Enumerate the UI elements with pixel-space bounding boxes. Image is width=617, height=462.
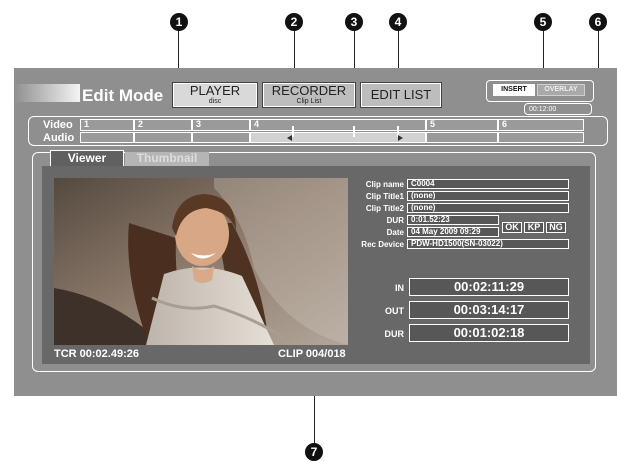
segment-number-3: 3 [196, 119, 202, 129]
callout-6: 6 [589, 13, 607, 31]
callout-2: 2 [285, 13, 303, 31]
tab-viewer[interactable]: Viewer [50, 150, 124, 166]
clip-dur-value: 0:01.52:23 [407, 215, 499, 225]
current-position-marker[interactable] [353, 126, 355, 137]
segment-number-2: 2 [138, 119, 144, 129]
clip-dur-label: DUR [386, 216, 404, 225]
player-button-label: PLAYER [189, 83, 241, 98]
clip-title1-value: (none) [407, 191, 569, 201]
video-viewer [54, 178, 348, 345]
callout-4: 4 [389, 13, 407, 31]
video-track-label: Video [43, 119, 73, 131]
callout-7: 7 [305, 443, 323, 461]
out-timecode[interactable]: 00:03:14:17 [409, 301, 569, 319]
dur-timecode: 00:01:02:18 [409, 324, 569, 342]
player-button-sub: disc [208, 98, 222, 105]
out-point-arrow-icon [398, 135, 403, 141]
tab-thumbnail[interactable]: Thumbnail [125, 152, 209, 166]
callout-1: 1 [170, 13, 188, 31]
out-label: OUT [385, 306, 404, 316]
rec-device-value: PDW-HD1500(SN-03022) [407, 239, 569, 249]
audio-segment-5 [426, 132, 498, 143]
in-point-arrow-icon [287, 135, 292, 141]
timecode-reader: TCR 00:02.49:26 [54, 348, 139, 360]
total-duration: 00:12:00 [524, 103, 592, 115]
clip-name-value: C0004 [407, 179, 569, 189]
dur-label: DUR [384, 329, 405, 339]
clip-title1-label: Clip Title1 [365, 192, 404, 201]
segment-number-1: 1 [84, 119, 90, 129]
recorder-button[interactable]: RECORDER Clip List [262, 82, 356, 108]
timeline-segment-5[interactable] [426, 119, 498, 131]
ng-flag-button[interactable]: NG [546, 222, 566, 233]
title-gradient [14, 84, 80, 102]
recorder-button-sub: Clip List [296, 98, 322, 105]
audio-segment-6 [498, 132, 584, 143]
player-button[interactable]: PLAYER disc [172, 82, 258, 108]
timeline-segment-4[interactable] [250, 119, 426, 131]
audio-segment-3 [192, 132, 250, 143]
clip-date-value: 04 May 2009 09:29 [407, 227, 499, 237]
segment-number-5: 5 [430, 119, 436, 129]
clip-counter: CLIP 004/018 [278, 348, 346, 360]
clip-date-label: Date [386, 228, 404, 237]
rec-device-label: Rec Device [361, 240, 404, 249]
callout-5: 5 [534, 13, 552, 31]
audio-segment-1 [80, 132, 134, 143]
kp-flag-button[interactable]: KP [524, 222, 544, 233]
insert-button[interactable]: INSERT [493, 84, 535, 96]
in-timecode[interactable]: 00:02:11:29 [409, 278, 569, 296]
audio-track-label: Audio [43, 132, 75, 144]
in-point-marker[interactable] [292, 126, 294, 137]
segment-number-4: 4 [254, 119, 260, 129]
edit-list-button-label: EDIT LIST [370, 87, 432, 102]
overlay-button[interactable]: OVERLAY [537, 84, 585, 96]
clip-name-label: Clip name [365, 180, 404, 189]
viewer-frame-image [54, 178, 348, 345]
recorder-button-label: RECORDER [271, 83, 347, 98]
audio-segment-2 [134, 132, 192, 143]
edit-list-button[interactable]: EDIT LIST [360, 82, 442, 108]
clip-title2-label: Clip Title2 [365, 204, 404, 213]
callout-3: 3 [345, 13, 363, 31]
page-title: Edit Mode [82, 86, 164, 105]
in-label: IN [395, 283, 404, 293]
clip-title2-value: (none) [407, 203, 569, 213]
segment-number-6: 6 [502, 119, 508, 129]
timeline-segment-6[interactable] [498, 119, 584, 131]
ok-flag-button[interactable]: OK [502, 222, 522, 233]
